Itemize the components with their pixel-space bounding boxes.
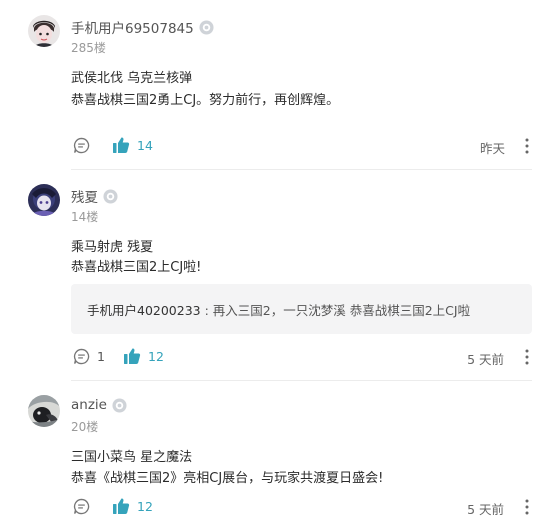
avatar[interactable]	[28, 184, 60, 216]
thumbs-up-icon[interactable]	[112, 497, 130, 515]
comment-actions: 1 12 5 天前	[0, 346, 545, 368]
comment-actions: 12 5 天前	[0, 496, 545, 518]
username[interactable]: 手机用户69507845	[71, 17, 214, 37]
floor-number: 285楼	[71, 41, 106, 55]
user-level-badge-icon	[199, 19, 214, 35]
comment-time: 昨天	[479, 141, 505, 156]
username[interactable]: anzie	[71, 397, 127, 413]
floor-number: 20楼	[71, 420, 99, 434]
floor-number: 14楼	[71, 210, 99, 224]
username[interactable]: 残夏	[71, 186, 118, 206]
username-text: anzie	[71, 397, 107, 413]
reply-count: 1	[97, 349, 105, 364]
avatar[interactable]	[28, 395, 60, 427]
thumbs-up-icon[interactable]	[112, 136, 130, 154]
more-options-icon[interactable]	[522, 348, 532, 366]
more-options-icon[interactable]	[522, 498, 532, 516]
thumbs-up-icon[interactable]	[123, 347, 141, 365]
comment-text-line: 三国小菜鸟 星之魔法	[71, 450, 193, 465]
comment-time: 5 天前	[467, 502, 504, 517]
comment-text-line: 乘马射虎 残夏	[71, 240, 154, 255]
user-level-badge-icon	[112, 397, 127, 413]
more-options-icon[interactable]	[522, 137, 532, 155]
comment-actions: 14 昨天	[0, 135, 545, 157]
reply-icon[interactable]	[73, 498, 90, 515]
like-count: 12	[137, 499, 153, 514]
quoted-reply-user[interactable]: 手机用户40200233	[87, 303, 201, 318]
comment-text-line: 武侯北伐 乌克兰核弹	[71, 71, 193, 86]
comment-text-line: 恭喜战棋三国2勇上CJ。努力前行，再创辉煌。	[71, 93, 340, 108]
quoted-reply[interactable]: 手机用户40200233 : 再入三国2，一只沈梦溪 恭喜战棋三国2上CJ啦	[71, 284, 532, 334]
username-text: 手机用户69507845	[71, 21, 194, 37]
avatar[interactable]	[28, 15, 60, 47]
comment-text-line: 恭喜《战棋三国2》亮相CJ展台，与玩家共渡夏日盛会!	[71, 471, 384, 486]
comment-item: 手机用户69507845 285楼 武侯北伐 乌克兰核弹 恭喜战棋三国2勇上CJ…	[0, 0, 545, 170]
user-level-badge-icon	[103, 188, 118, 204]
reply-icon[interactable]	[73, 348, 90, 365]
like-count: 12	[148, 349, 164, 364]
quoted-reply-text: 手机用户40200233 : 再入三国2，一只沈梦溪 恭喜战棋三国2上CJ啦	[87, 300, 470, 319]
comment-time: 5 天前	[467, 352, 504, 367]
like-count: 14	[137, 138, 153, 153]
comment-item: anzie 20楼 三国小菜鸟 星之魔法 恭喜《战棋三国2》亮相CJ展台，与玩家…	[0, 381, 545, 532]
comment-item: 残夏 14楼 乘马射虎 残夏 恭喜战棋三国2上CJ啦! 手机用户40200233…	[0, 170, 545, 380]
username-text: 残夏	[71, 190, 98, 206]
quoted-reply-body: : 再入三国2，一只沈梦溪 恭喜战棋三国2上CJ啦	[200, 303, 471, 318]
comment-text-line: 恭喜战棋三国2上CJ啦!	[71, 260, 202, 275]
reply-icon[interactable]	[73, 137, 90, 154]
